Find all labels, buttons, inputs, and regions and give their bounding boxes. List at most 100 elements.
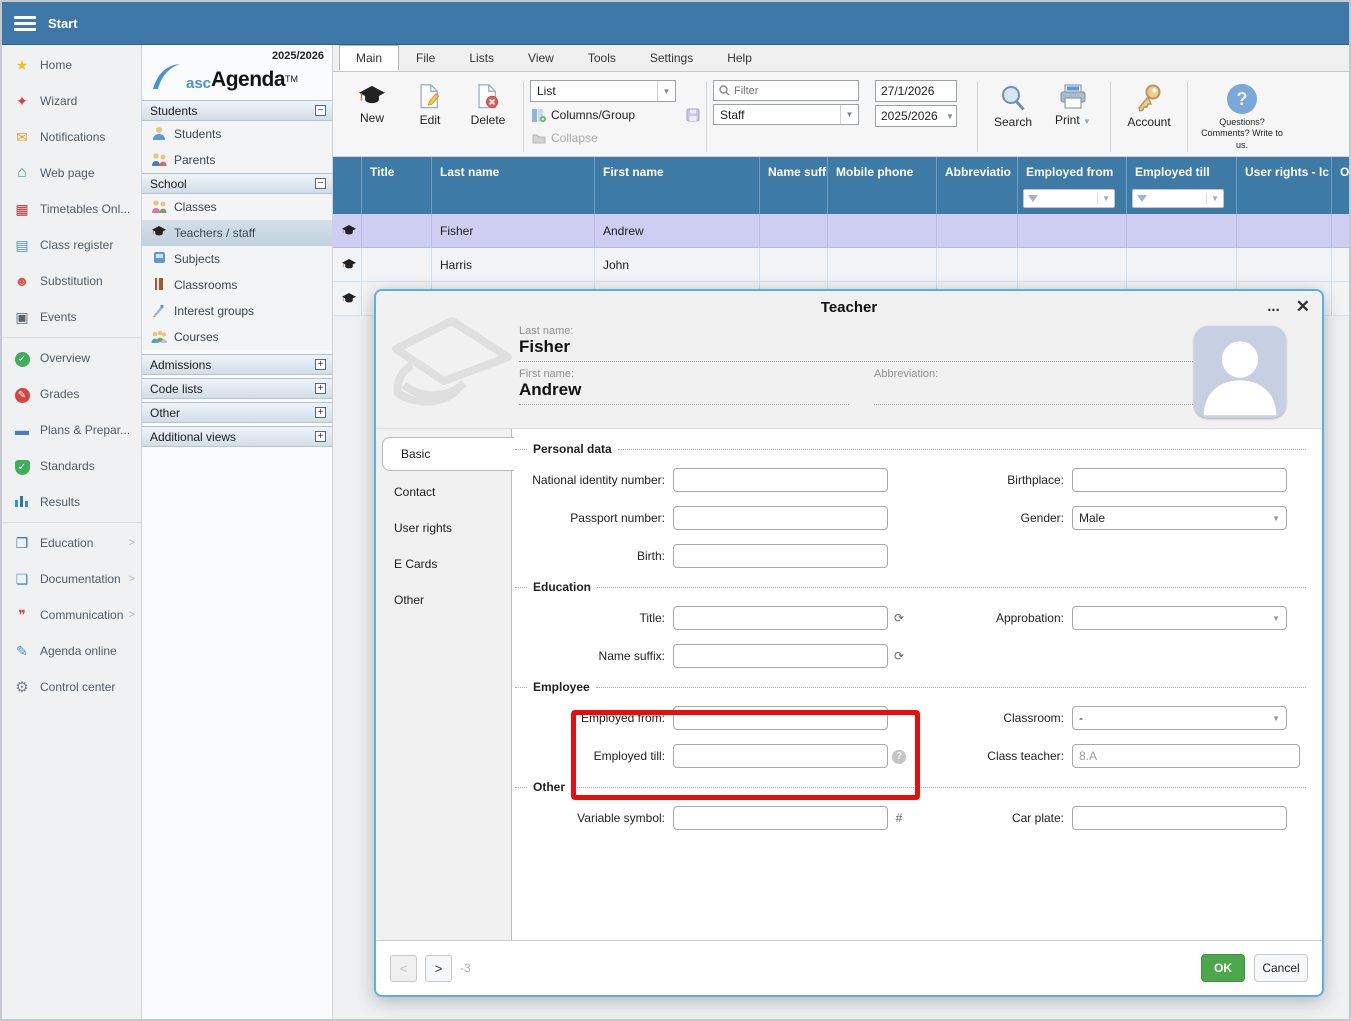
collapse-button[interactable]: Collapse <box>530 128 700 148</box>
sidebar-item-substitution[interactable]: ☻Substitution <box>2 263 141 299</box>
module-item-classrooms[interactable]: Classrooms <box>142 272 332 298</box>
column-header-last-name[interactable]: Last name <box>432 157 595 214</box>
staff-dropdown[interactable]: Staff▼ <box>713 104 859 125</box>
section-students[interactable]: Students− <box>142 100 332 121</box>
new-button[interactable]: New <box>343 78 401 156</box>
sidebar-item-events[interactable]: ▣Events <box>2 299 141 335</box>
date-input[interactable] <box>881 84 951 98</box>
expand-box-icon[interactable]: + <box>315 359 326 370</box>
sidebar-item-plans[interactable]: ▬Plans & Prepar... <box>2 412 141 448</box>
search-button[interactable]: Search <box>984 78 1042 156</box>
module-item-interest-groups[interactable]: Interest groups <box>142 298 332 324</box>
section-admissions[interactable]: Admissions+ <box>142 354 332 375</box>
sidebar-item-standards[interactable]: ✓Standards <box>2 448 141 484</box>
filter-search-box[interactable] <box>713 80 859 101</box>
column-header-first-name[interactable]: First name <box>595 157 760 214</box>
birth-input[interactable] <box>673 544 888 568</box>
module-item-classes[interactable]: Classes <box>142 194 332 220</box>
sidebar-item-class-register[interactable]: ▤Class register <box>2 227 141 263</box>
column-header-icon[interactable] <box>333 157 362 214</box>
nin-input[interactable] <box>673 468 888 492</box>
tab-lists[interactable]: Lists <box>452 45 511 71</box>
employed-till-filter[interactable]: ▼ <box>1132 189 1224 208</box>
column-header-other[interactable]: Ot <box>1332 157 1349 214</box>
collapse-box-icon[interactable]: − <box>315 178 326 189</box>
column-header-employed-from[interactable]: Employed from ▼ <box>1018 157 1127 214</box>
ok-button[interactable]: OK <box>1201 954 1245 982</box>
year-dropdown[interactable]: 2025/2026▼ <box>875 105 957 127</box>
edit-button[interactable]: Edit <box>401 78 459 156</box>
section-additional-views[interactable]: Additional views+ <box>142 426 332 447</box>
questions-button[interactable]: ? Questions? Comments? Write to us. <box>1194 78 1290 156</box>
gender-select[interactable]: Male▼ <box>1072 506 1287 530</box>
sidebar-item-grades[interactable]: ✎Grades <box>2 376 141 412</box>
next-record-button[interactable]: > <box>425 955 452 982</box>
approbation-select[interactable]: ▼ <box>1072 606 1287 630</box>
tab-main[interactable]: Main <box>339 45 399 71</box>
column-header-abbreviation[interactable]: Abbreviatio <box>937 157 1018 214</box>
employed-from-filter[interactable]: ▼ <box>1023 189 1115 208</box>
expand-box-icon[interactable]: + <box>315 383 326 394</box>
dialog-tab-basic[interactable]: Basic <box>382 437 514 471</box>
table-row[interactable]: Harris John <box>333 248 1349 282</box>
birthplace-input[interactable] <box>1072 468 1287 492</box>
save-icon[interactable] <box>686 108 700 122</box>
account-button[interactable]: Account <box>1117 78 1181 156</box>
classroom-select[interactable]: -▼ <box>1072 706 1287 730</box>
help-icon[interactable]: ? <box>892 750 906 764</box>
filter-input[interactable] <box>734 85 853 97</box>
abbreviation-value[interactable] <box>874 380 1209 405</box>
section-school[interactable]: School− <box>142 173 332 194</box>
dialog-tab-contact[interactable]: Contact <box>376 477 511 507</box>
close-icon[interactable]: ✕ <box>1296 297 1310 317</box>
column-header-mobile-phone[interactable]: Mobile phone <box>828 157 937 214</box>
variable-symbol-input[interactable] <box>673 806 888 830</box>
module-item-teachers-staff[interactable]: Teachers / staff <box>142 220 332 246</box>
date-field[interactable] <box>875 80 957 102</box>
sidebar-item-timetables-online[interactable]: ▦Timetables Onl... <box>2 191 141 227</box>
column-header-title[interactable]: Title <box>362 157 432 214</box>
employed-from-input[interactable] <box>673 706 888 730</box>
sidebar-item-overview[interactable]: ✓Overview <box>2 340 141 376</box>
expand-box-icon[interactable]: + <box>315 431 326 442</box>
section-code-lists[interactable]: Code lists+ <box>142 378 332 399</box>
tab-file[interactable]: File <box>399 45 452 71</box>
sidebar-item-web-page[interactable]: ⌂Web page <box>2 155 141 191</box>
employed-till-input[interactable] <box>673 744 888 768</box>
dialog-tab-e-cards[interactable]: E Cards <box>376 549 511 579</box>
name-suffix-input[interactable] <box>673 644 888 668</box>
section-other[interactable]: Other+ <box>142 402 332 423</box>
expand-box-icon[interactable]: + <box>315 407 326 418</box>
module-item-parents[interactable]: Parents <box>142 147 332 173</box>
columns-group-button[interactable]: Columns/Group <box>530 105 680 125</box>
cancel-button[interactable]: Cancel <box>1254 954 1308 982</box>
last-name-value[interactable]: Fisher <box>519 337 1209 362</box>
hamburger-menu-icon[interactable] <box>14 16 36 31</box>
tab-tools[interactable]: Tools <box>571 45 633 71</box>
sidebar-item-results[interactable]: Results <box>2 484 141 520</box>
tab-settings[interactable]: Settings <box>633 45 710 71</box>
refresh-icon[interactable]: ⟳ <box>888 649 910 663</box>
first-name-value[interactable]: Andrew <box>519 380 849 405</box>
print-button[interactable]: Print ▼ <box>1042 78 1104 156</box>
list-dropdown[interactable]: List▼ <box>530 80 676 102</box>
module-item-courses[interactable]: Courses <box>142 324 332 350</box>
sidebar-item-wizard[interactable]: ✦Wizard <box>2 83 141 119</box>
refresh-icon[interactable]: ⟳ <box>888 611 910 625</box>
tab-help[interactable]: Help <box>710 45 769 71</box>
passport-input[interactable] <box>673 506 888 530</box>
sidebar-item-home[interactable]: ★Home <box>2 47 141 83</box>
sidebar-item-communication[interactable]: ❞Communication> <box>2 597 141 633</box>
dialog-tab-other[interactable]: Other <box>376 585 511 615</box>
column-header-user-rights[interactable]: User rights - Ic <box>1237 157 1332 214</box>
column-header-employed-till[interactable]: Employed till ▼ <box>1127 157 1237 214</box>
car-plate-input[interactable] <box>1072 806 1287 830</box>
avatar[interactable] <box>1194 326 1286 418</box>
sidebar-item-control-center[interactable]: ⚙Control center <box>2 669 141 705</box>
title-input[interactable] <box>673 606 888 630</box>
sidebar-item-notifications[interactable]: ✉Notifications <box>2 119 141 155</box>
dialog-tab-user-rights[interactable]: User rights <box>376 513 511 543</box>
module-item-students[interactable]: Students <box>142 121 332 147</box>
sidebar-item-education[interactable]: ❐Education> <box>2 525 141 561</box>
collapse-box-icon[interactable]: − <box>315 105 326 116</box>
